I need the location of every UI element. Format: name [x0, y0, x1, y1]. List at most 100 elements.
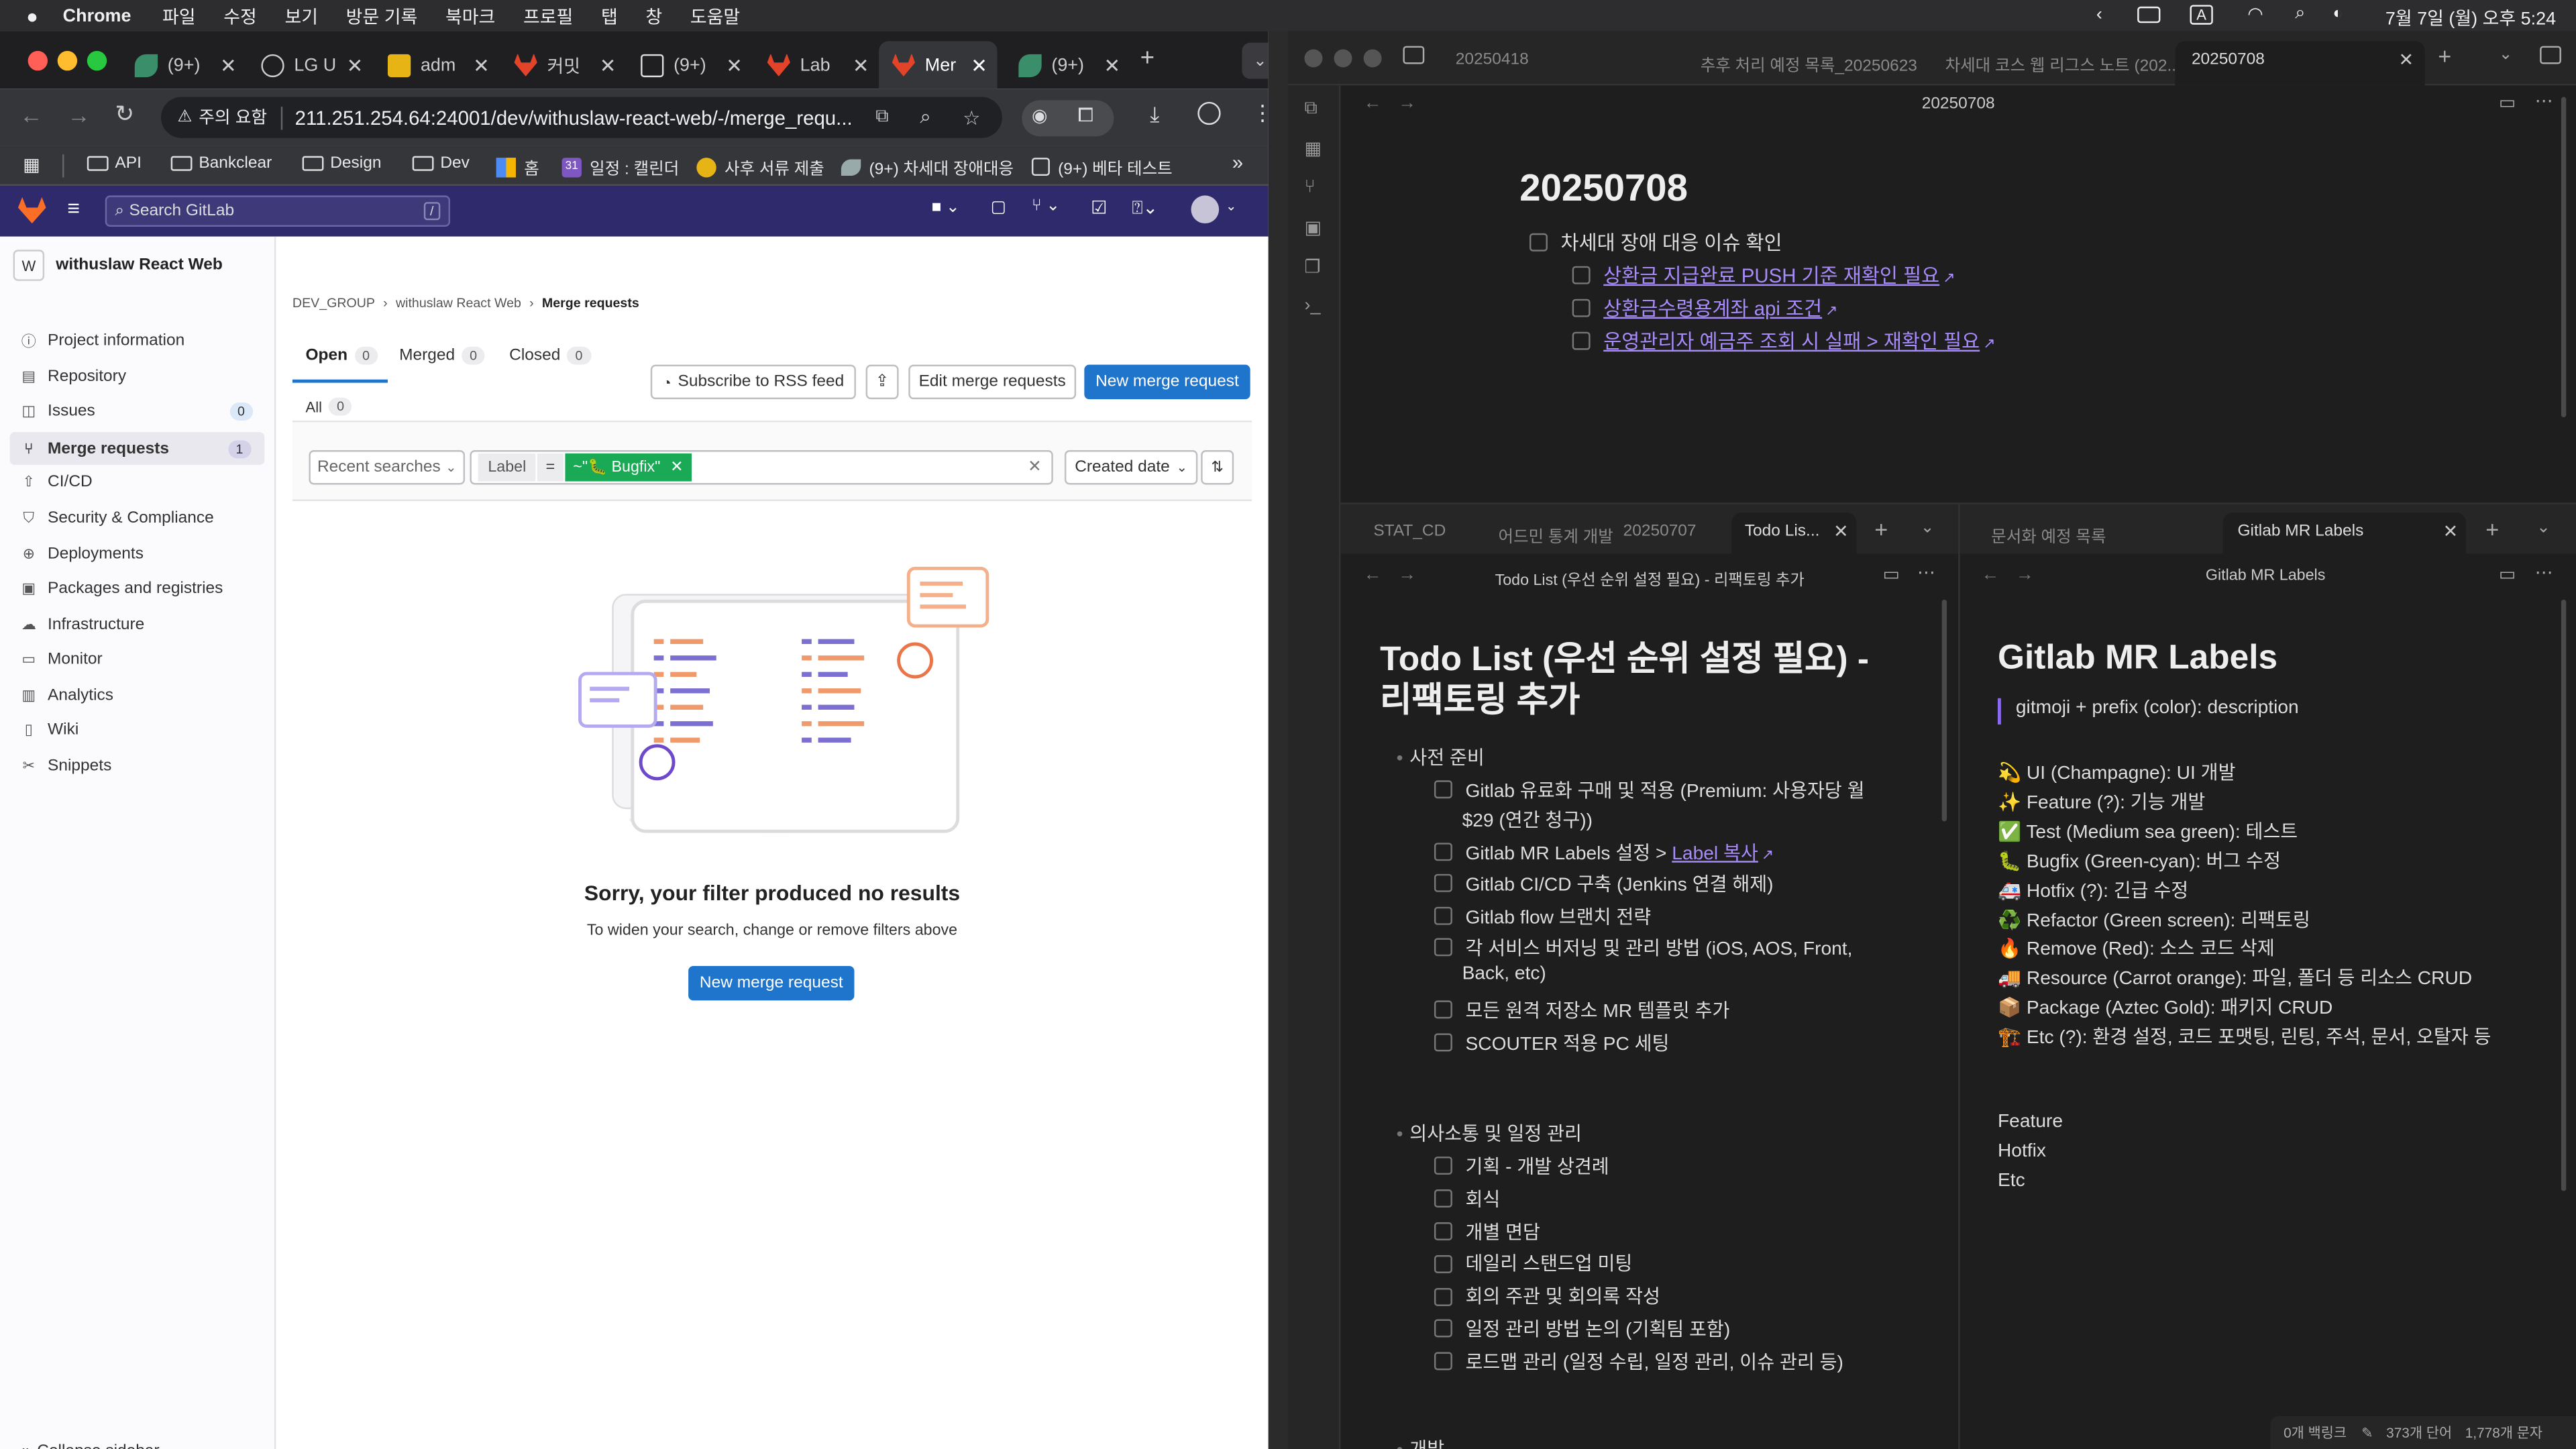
bookmark-api[interactable]: API	[87, 154, 142, 172]
close-tab-icon[interactable]: ✕	[2399, 49, 2414, 70]
tab-20250418[interactable]: 20250418	[1456, 51, 1529, 69]
new-tab-icon[interactable]: +	[2485, 516, 2499, 542]
close-tab-icon[interactable]: ✕	[347, 54, 364, 76]
edit-merge-requests-button[interactable]: Edit merge requests	[908, 364, 1077, 400]
more-options-icon[interactable]: ⋯	[1917, 562, 1935, 583]
terminal-icon[interactable]: ›_	[1304, 296, 1320, 315]
sidebar-item-infrastructure[interactable]: ☁ Infrastructure	[19, 616, 266, 634]
sidebar-toggle-icon[interactable]	[1403, 46, 1425, 64]
checkbox[interactable]	[1434, 1352, 1452, 1371]
tab-admin-stats[interactable]: 어드민 통계 개발	[1498, 523, 1613, 547]
sidebar-item-issues[interactable]: ◫ Issues 0	[19, 402, 266, 421]
zoom-icon[interactable]: ⌕	[920, 105, 930, 130]
minimize-window-button[interactable]	[57, 50, 78, 71]
vertical-pane-divider[interactable]	[1958, 504, 1960, 1449]
menu-profile[interactable]: 프로필	[523, 3, 573, 29]
task-item[interactable]: Gitlab MR Labels 설정 > Label 복사 ↗	[1434, 839, 1774, 865]
bookmark-star-icon[interactable]: ☆	[963, 106, 980, 129]
task-item[interactable]: 기획 - 개발 상견례	[1434, 1153, 1609, 1179]
close-tab-icon[interactable]: ✕	[853, 54, 869, 76]
export-button[interactable]: ⇪	[865, 364, 899, 400]
browser-tab[interactable]: 커밋 ✕	[501, 41, 626, 89]
clear-filter-icon[interactable]: ✕	[1028, 458, 1042, 476]
close-tab-icon[interactable]: ✕	[220, 54, 237, 76]
tab-list-icon[interactable]: ⌄	[1921, 519, 1935, 537]
checkbox[interactable]	[1434, 1189, 1452, 1208]
pencil-icon[interactable]: ✎	[2361, 1424, 2373, 1442]
nav-forward-icon[interactable]: →	[2016, 565, 2034, 584]
bookmark-home[interactable]: 홈	[496, 154, 539, 179]
tab-all[interactable]: All 0	[306, 397, 353, 416]
menu-tab[interactable]: 탭	[601, 3, 618, 29]
search-icon[interactable]: ⌕	[2295, 3, 2305, 25]
sidebar-item-repository[interactable]: ▤ Repository	[19, 368, 266, 386]
task-item[interactable]: 모든 원격 저장소 MR 템플릿 추가	[1434, 998, 1729, 1024]
nav-forward-icon[interactable]: →	[1398, 94, 1416, 113]
nav-back-icon[interactable]: ←	[1981, 565, 1999, 584]
collapse-sidebar-button[interactable]: « Collapse sidebar	[19, 1442, 159, 1449]
tab-closed[interactable]: Closed 0	[509, 346, 591, 365]
maximize-window-button[interactable]	[1363, 49, 1382, 68]
tab-20250707[interactable]: 20250707	[1623, 523, 1697, 541]
menu-bookmarks[interactable]: 북마크	[445, 3, 495, 29]
download-icon[interactable]: ⤓	[1150, 102, 1159, 128]
menu-history[interactable]: 방문 기록	[346, 3, 418, 29]
task-item[interactable]: Gitlab 유료화 구매 및 적용 (Premium: 사용자당 월	[1434, 777, 1865, 803]
sidebar-item-packages-and-registries[interactable]: ▣ Packages and registries	[19, 580, 266, 598]
new-tab-icon[interactable]: +	[2438, 43, 2451, 69]
browser-tab[interactable]: Lab ✕	[754, 41, 879, 89]
close-tab-icon[interactable]: ✕	[473, 54, 490, 76]
sidebar-item-deployments[interactable]: ⊕ Deployments	[19, 545, 266, 564]
input-source-icon[interactable]: A	[2190, 5, 2213, 25]
bookmark-design[interactable]: Design	[302, 154, 382, 172]
tab-stat-cd[interactable]: STAT_CD	[1373, 523, 1446, 541]
tab-list-icon[interactable]: ⌄	[2536, 519, 2551, 537]
more-options-icon[interactable]: ⋯	[2535, 562, 2553, 583]
sidebar-item-ci-cd[interactable]: ⇧ CI/CD	[19, 473, 266, 491]
checkbox[interactable]	[1434, 938, 1452, 957]
nav-back-icon[interactable]: ←	[1364, 565, 1382, 584]
bookmark-incident[interactable]: (9+) 차세대 장애대응	[841, 154, 1014, 179]
checkbox[interactable]	[1572, 332, 1591, 351]
checkbox[interactable]	[1434, 1157, 1452, 1176]
tab-open[interactable]: Open 0	[306, 346, 378, 365]
help-icon[interactable]: ⍰⌄	[1132, 197, 1158, 220]
forward-icon[interactable]: →	[67, 102, 90, 128]
scrollbar[interactable]	[2561, 97, 2567, 418]
task-item[interactable]: SCOUTER 적용 PC 세팅	[1434, 1030, 1669, 1057]
bookmark-beta[interactable]: (9+) 베타 테스트	[1031, 154, 1173, 179]
checkbox[interactable]	[1434, 875, 1452, 893]
task-item[interactable]: 일정 관리 방법 논의 (기획팀 포함)	[1434, 1316, 1730, 1342]
tab-gitlab-labels-active[interactable]: Gitlab MR Labels ✕	[2222, 513, 2466, 554]
browser-tab-active[interactable]: Mer ✕	[879, 41, 998, 89]
keyboard-icon[interactable]	[2137, 6, 2161, 23]
bookmark-bankclear[interactable]: Bankclear	[170, 154, 272, 172]
task-item[interactable]: Gitlab flow 브랜치 전략	[1434, 904, 1651, 930]
sidebar-item-project-information[interactable]: ⓘ Project information	[19, 332, 266, 350]
breadcrumb-current[interactable]: Merge requests	[542, 296, 639, 311]
tab-todo-active[interactable]: Todo Lis... ✕	[1731, 513, 1857, 554]
task-item[interactable]: 회식	[1434, 1186, 1500, 1212]
task-item[interactable]: 상환금 지급완료 PUSH 기준 재확인 필요 ↗	[1572, 261, 1955, 289]
sidebar-item-monitor[interactable]: ▭ Monitor	[19, 651, 266, 669]
nav-back-icon[interactable]: ←	[1364, 94, 1382, 113]
task-item[interactable]: 각 서비스 버저닝 및 관리 방법 (iOS, AOS, Front,	[1434, 934, 1852, 961]
hamburger-menu-icon[interactable]: ≡	[67, 195, 80, 220]
extensions-icon[interactable]: ⧠	[1078, 103, 1094, 128]
filter-token-operator[interactable]: =	[537, 453, 564, 482]
task-item[interactable]: 운영관리자 예금주 조회 시 실패 > 재확인 필요 ↗	[1572, 327, 1996, 355]
bookmark-calendar[interactable]: 31 일정 : 캘린더	[561, 154, 679, 179]
task-item[interactable]: 차세대 장애 대응 이슈 확인	[1529, 228, 1782, 256]
canvas-icon[interactable]: ▣	[1304, 217, 1321, 238]
sidebar-item-security-compliance[interactable]: ⛉ Security & Compliance	[19, 509, 266, 527]
rss-feed-button[interactable]: ◔ Subscribe to RSS feed	[650, 364, 856, 400]
url-text[interactable]: 211.251.254.64:24001/dev/withuslaw-react…	[295, 106, 853, 129]
scrollbar[interactable]	[1941, 599, 1947, 822]
close-tab-icon[interactable]: ✕	[971, 54, 987, 76]
section-bullet[interactable]: •개발	[1397, 1436, 1445, 1449]
more-options-icon[interactable]: ⋯	[2535, 91, 2553, 111]
new-merge-request-button[interactable]: New merge request	[1084, 364, 1250, 400]
task-item[interactable]: 로드맵 관리 (일정 수립, 일정 관리, 이슈 관리 등)	[1434, 1348, 1843, 1375]
close-tab-icon[interactable]: ✕	[1104, 54, 1121, 76]
sidebar-item-analytics[interactable]: ▥ Analytics	[19, 687, 266, 705]
